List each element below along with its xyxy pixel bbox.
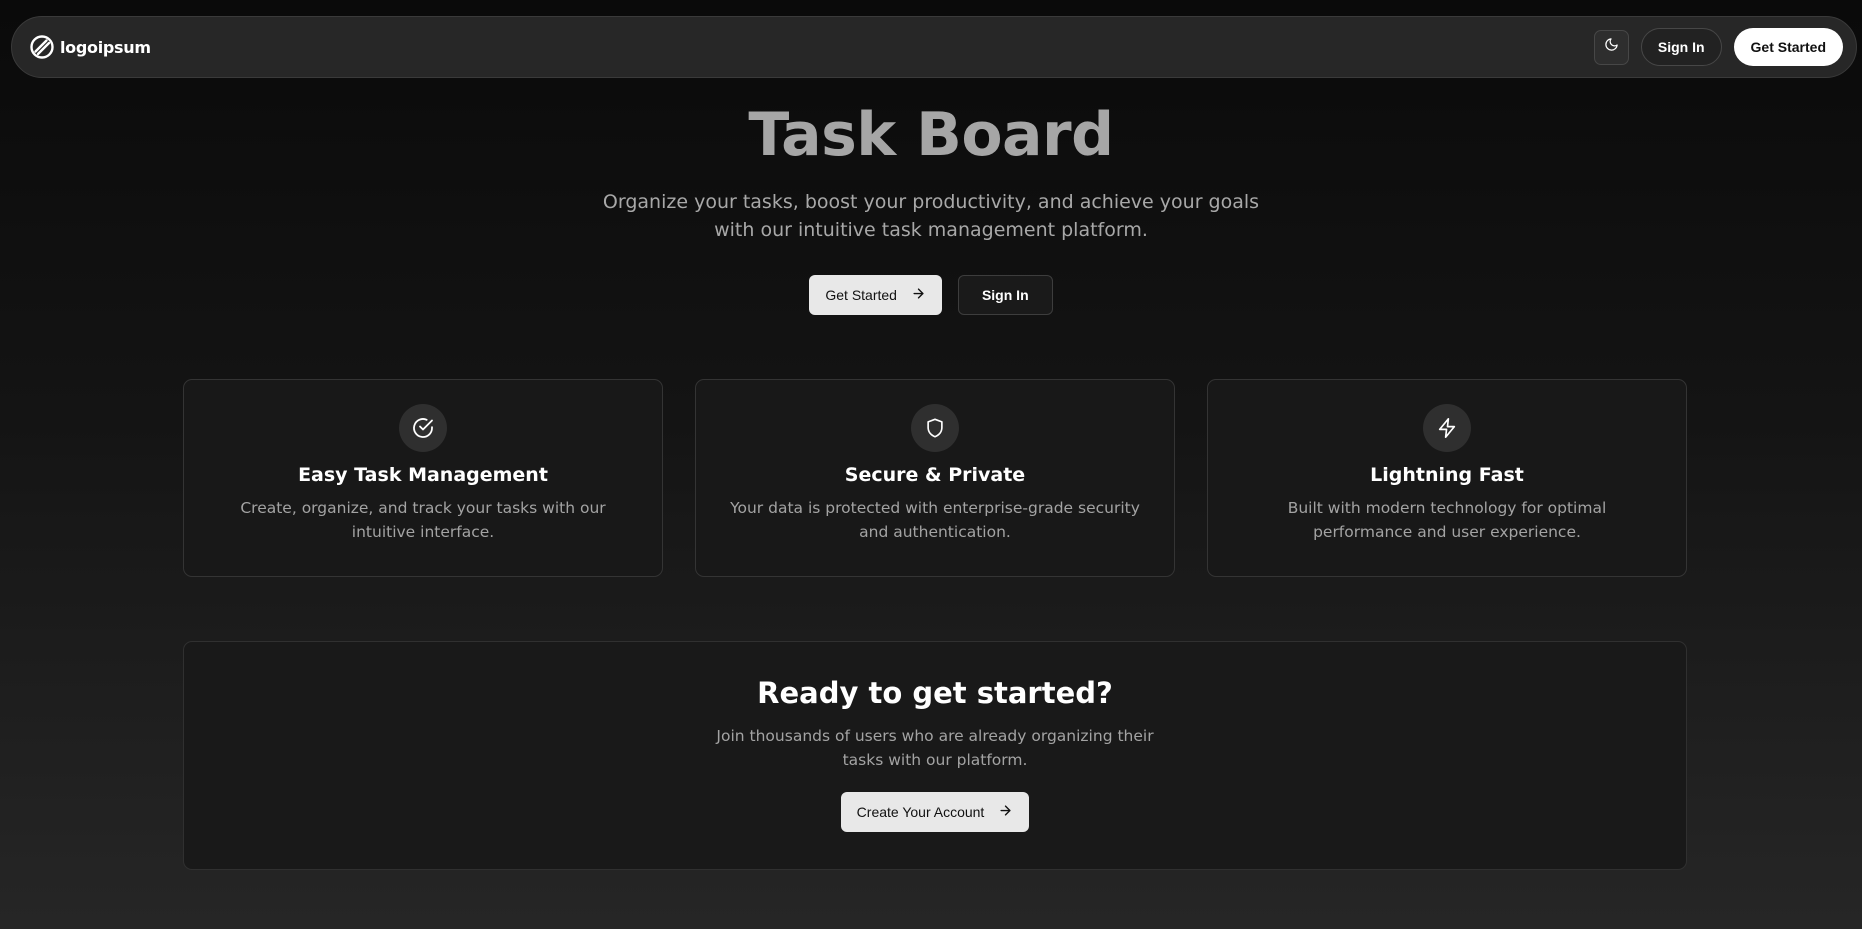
create-account-label: Create Your Account [856,804,985,820]
hero-get-started-label: Get Started [825,287,897,303]
features-section: Easy Task Management Create, organize, a… [183,379,1687,577]
nav-sign-in-button[interactable]: Sign In [1640,28,1722,66]
feature-description: Create, organize, and track your tasks w… [240,499,606,541]
feature-card-easy-task-management: Easy Task Management Create, organize, a… [183,379,663,577]
arrow-right-icon [998,803,1013,821]
brand-logo[interactable]: logoipsum [30,35,151,59]
feature-description: Your data is protected with enterprise-g… [730,499,1140,541]
circle-check-icon [399,404,447,452]
hero-subtitle: Organize your tasks, boost your producti… [602,191,1260,241]
feature-title: Lightning Fast [1370,464,1524,486]
feature-title: Easy Task Management [298,464,548,486]
hero-sign-in-button[interactable]: Sign In [957,275,1053,315]
hero-get-started-button[interactable]: Get Started [809,275,942,315]
cta-description: Join thousands of users who are already … [716,727,1154,769]
page-title: Task Board [748,100,1114,170]
shield-icon [911,404,959,452]
feature-description: Built with modern technology for optimal… [1287,499,1607,541]
cta-section: Ready to get started? Join thousands of … [183,641,1687,870]
create-account-button[interactable]: Create Your Account [840,792,1030,832]
theme-toggle-button[interactable] [1593,29,1629,65]
feature-card-lightning-fast: Lightning Fast Built with modern technol… [1207,379,1687,577]
logoipsum-icon [30,35,54,59]
nav-get-started-button[interactable]: Get Started [1733,28,1843,66]
navbar: logoipsum Sign In Get Started [11,16,1857,78]
hero-actions: Get Started Sign In [0,275,1862,315]
moon-icon [1604,37,1619,57]
cta-title: Ready to get started? [757,676,1113,710]
feature-title: Secure & Private [844,464,1026,486]
feature-card-secure-private: Secure & Private Your data is protected … [695,379,1175,577]
brand-name: logoipsum [60,37,151,57]
arrow-right-icon [911,286,926,304]
lightning-icon [1423,404,1471,452]
nav-actions: Sign In Get Started [1593,28,1843,66]
